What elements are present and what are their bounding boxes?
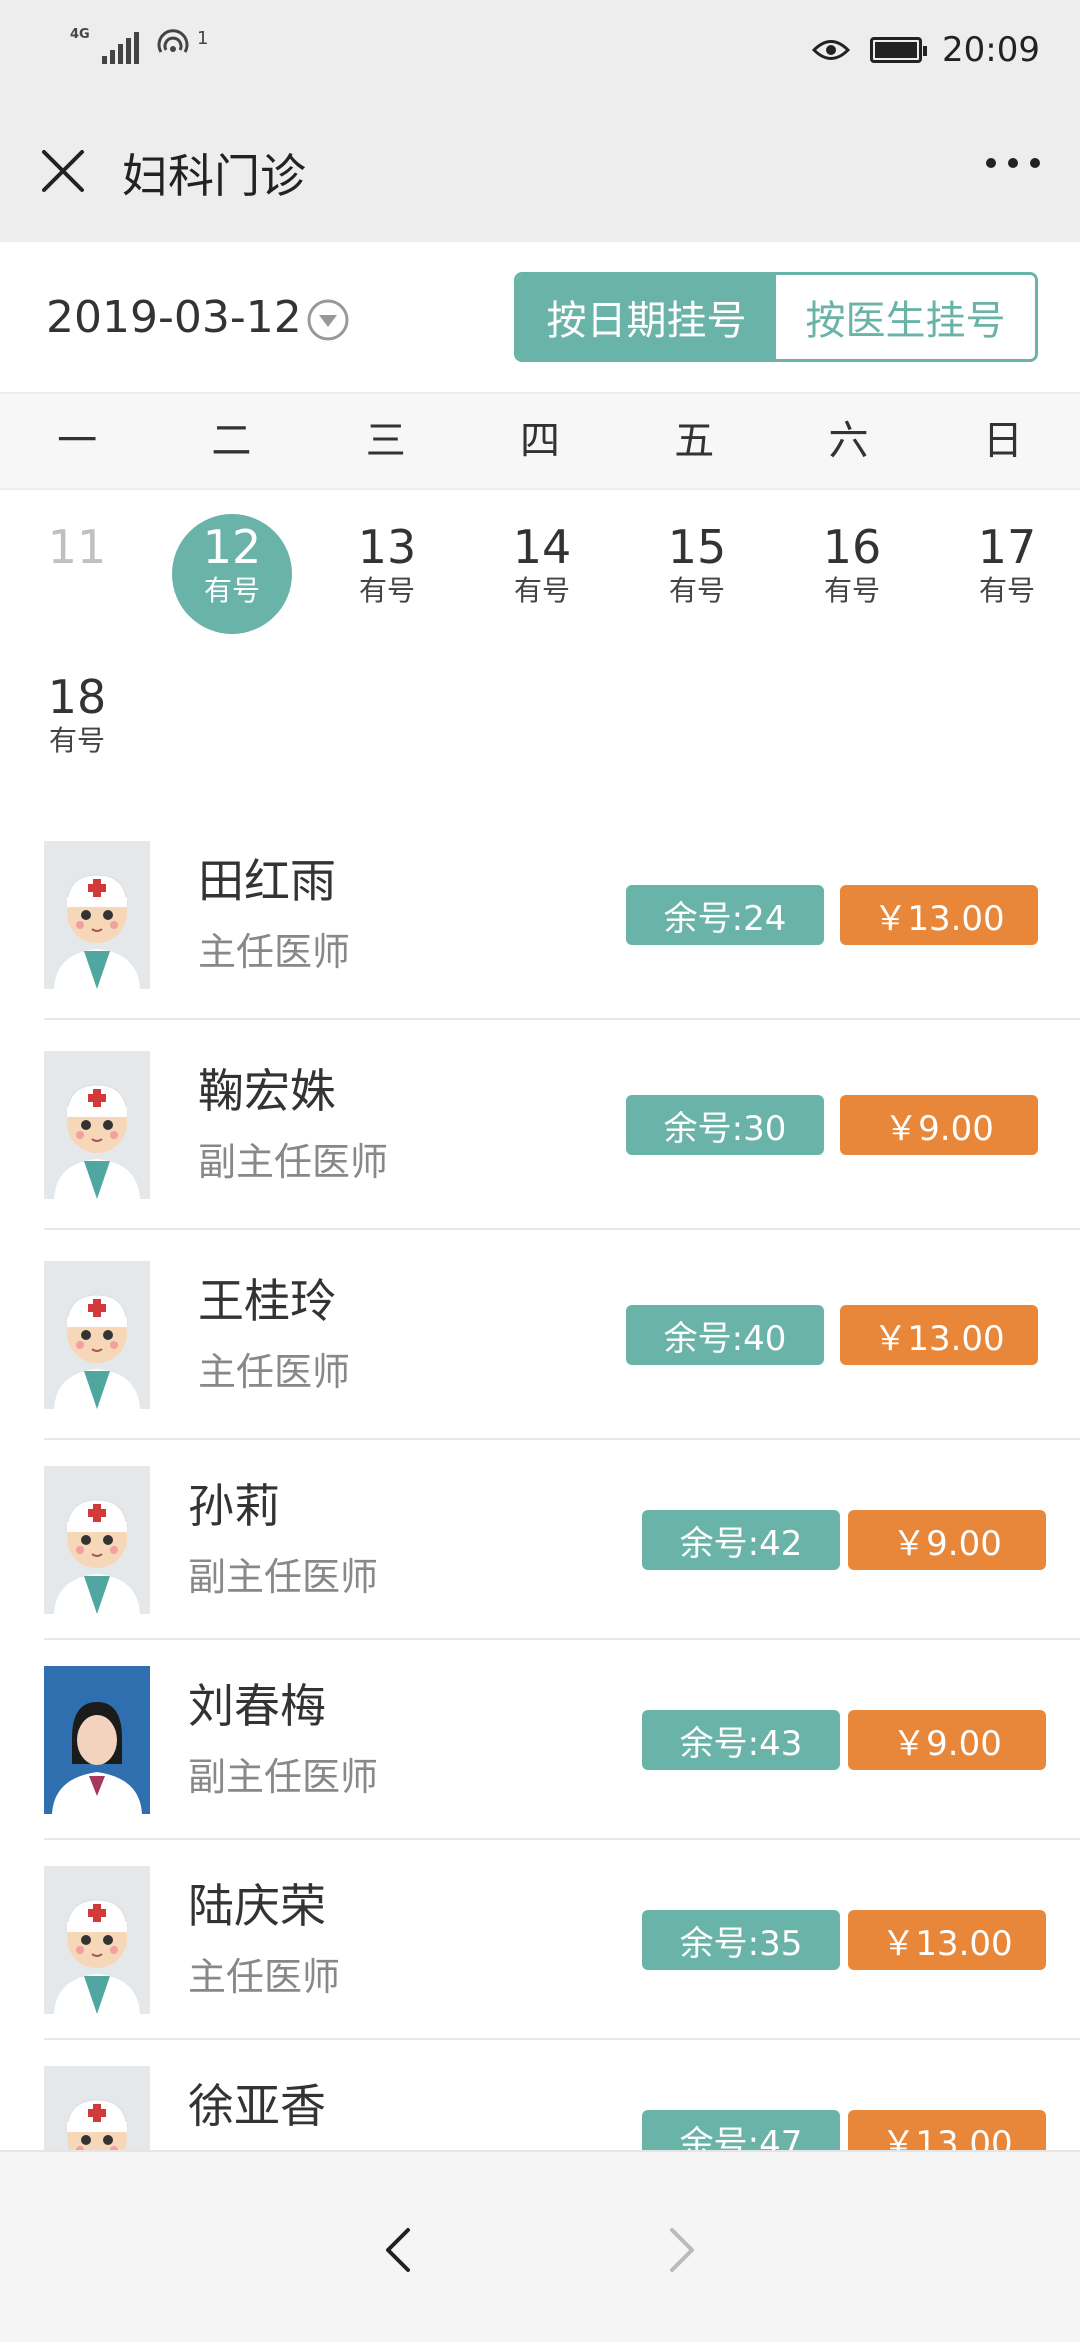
remaining-slots-badge[interactable]: 余号:30 — [626, 1095, 824, 1155]
bottom-nav-bar — [0, 2150, 1080, 2342]
signal-icon — [102, 28, 139, 64]
close-icon[interactable] — [36, 144, 90, 198]
doctor-title: 主任医师 — [198, 930, 351, 974]
price-button[interactable]: ￥13.00 — [848, 1910, 1046, 1970]
doctor-avatar — [44, 841, 150, 989]
doctor-name: 陆庆荣 — [188, 1879, 326, 1933]
weekday-label: 一 — [57, 418, 98, 464]
doctor-row[interactable]: 田红雨主任医师 余号:24 ￥13.00 — [0, 810, 1080, 1020]
doctor-row[interactable]: 王桂玲主任医师 余号:40 ￥13.00 — [0, 1230, 1080, 1440]
back-arrow-icon[interactable] — [370, 2220, 430, 2280]
battery-icon — [870, 37, 928, 63]
calendar-day[interactable]: 13 有号 — [310, 520, 464, 608]
calendar-grid: 11 12 有号 13 有号 14 有号 15 有号 16 有号 17 有号 18 有号 — [0, 490, 1080, 813]
weekday-header: 一 二 三 四 五 六 日 — [0, 394, 1080, 490]
clock: 20:09 — [942, 30, 1040, 70]
doctor-avatar — [44, 1261, 150, 1409]
weekday-label: 二 — [211, 418, 252, 464]
weekday-label: 五 — [674, 418, 715, 464]
dropdown-arrow-icon[interactable] — [306, 298, 350, 342]
tab-by-doctor[interactable]: 按医生挂号 — [776, 275, 1035, 359]
doctor-title: 副主任医师 — [188, 1555, 379, 1599]
doctor-avatar — [44, 1051, 150, 1199]
more-icon[interactable] — [986, 158, 1040, 168]
network-type: 4G — [70, 27, 90, 42]
price-button[interactable]: ￥13.00 — [840, 885, 1038, 945]
price-button[interactable]: ￥9.00 — [840, 1095, 1038, 1155]
doctor-title: 主任医师 — [188, 1955, 341, 1999]
tab-by-date[interactable]: 按日期挂号 — [517, 275, 776, 359]
status-left: 4G 1 — [70, 28, 208, 64]
status-bar: 4G 1 20:09 — [0, 0, 1080, 100]
doctor-avatar — [44, 1866, 150, 2014]
doctor-name: 王桂玲 — [198, 1274, 336, 1328]
eye-icon — [812, 40, 851, 60]
doctor-title: 副主任医师 — [198, 1140, 389, 1184]
calendar-day[interactable]: 17 有号 — [930, 520, 1080, 608]
doctor-row[interactable]: 陆庆荣主任医师 余号:35 ￥13.00 — [0, 1840, 1080, 2040]
nav-bar: 妇科门诊 — [0, 100, 1080, 242]
sim-badge: 1 — [197, 28, 209, 49]
price-button[interactable]: ￥9.00 — [848, 1710, 1046, 1770]
status-right: 20:09 — [812, 30, 1040, 70]
doctor-avatar — [44, 1466, 150, 1614]
weekday-label: 日 — [982, 418, 1023, 464]
remaining-slots-badge[interactable]: 余号:24 — [626, 885, 824, 945]
page-title: 妇科门诊 — [122, 149, 306, 203]
doctor-row[interactable]: 鞠宏姝副主任医师 余号:30 ￥9.00 — [0, 1020, 1080, 1230]
calendar-day[interactable]: 15 有号 — [620, 520, 774, 608]
doctor-row[interactable]: 孙莉副主任医师 余号:42 ￥9.00 — [0, 1440, 1080, 1640]
booking-mode-toggle: 按日期挂号 按医生挂号 — [514, 272, 1038, 362]
calendar-day: 11 — [47, 520, 107, 574]
doctor-name: 孙莉 — [188, 1479, 280, 1533]
weekday-label: 四 — [519, 418, 560, 464]
selected-date[interactable]: 2019-03-12 — [46, 292, 302, 343]
forward-arrow-icon[interactable] — [650, 2220, 710, 2280]
remaining-slots-badge[interactable]: 余号:43 — [642, 1710, 840, 1770]
calendar-day-selected[interactable]: 12 有号 — [155, 520, 309, 608]
doctor-name: 徐亚香 — [188, 2079, 326, 2133]
hotspot-icon — [155, 28, 191, 64]
calendar-day[interactable]: 14 有号 — [465, 520, 619, 608]
remaining-slots-badge[interactable]: 余号:40 — [626, 1305, 824, 1365]
calendar-day[interactable]: 18 有号 — [0, 670, 154, 758]
remaining-slots-badge[interactable]: 余号:35 — [642, 1910, 840, 1970]
doctor-avatar — [44, 1666, 150, 1814]
doctor-name: 鞠宏姝 — [198, 1064, 336, 1118]
doctor-name: 刘春梅 — [188, 1679, 326, 1733]
doctor-title: 主任医师 — [198, 1350, 351, 1394]
remaining-slots-badge[interactable]: 余号:42 — [642, 1510, 840, 1570]
doctor-title: 副主任医师 — [188, 1755, 379, 1799]
doctor-name: 田红雨 — [198, 854, 336, 908]
price-button[interactable]: ￥9.00 — [848, 1510, 1046, 1570]
weekday-label: 三 — [365, 418, 406, 464]
price-button[interactable]: ￥13.00 — [840, 1305, 1038, 1365]
weekday-label: 六 — [828, 418, 869, 464]
calendar-day[interactable]: 16 有号 — [775, 520, 929, 608]
doctor-row[interactable]: 刘春梅副主任医师 余号:43 ￥9.00 — [0, 1640, 1080, 1840]
